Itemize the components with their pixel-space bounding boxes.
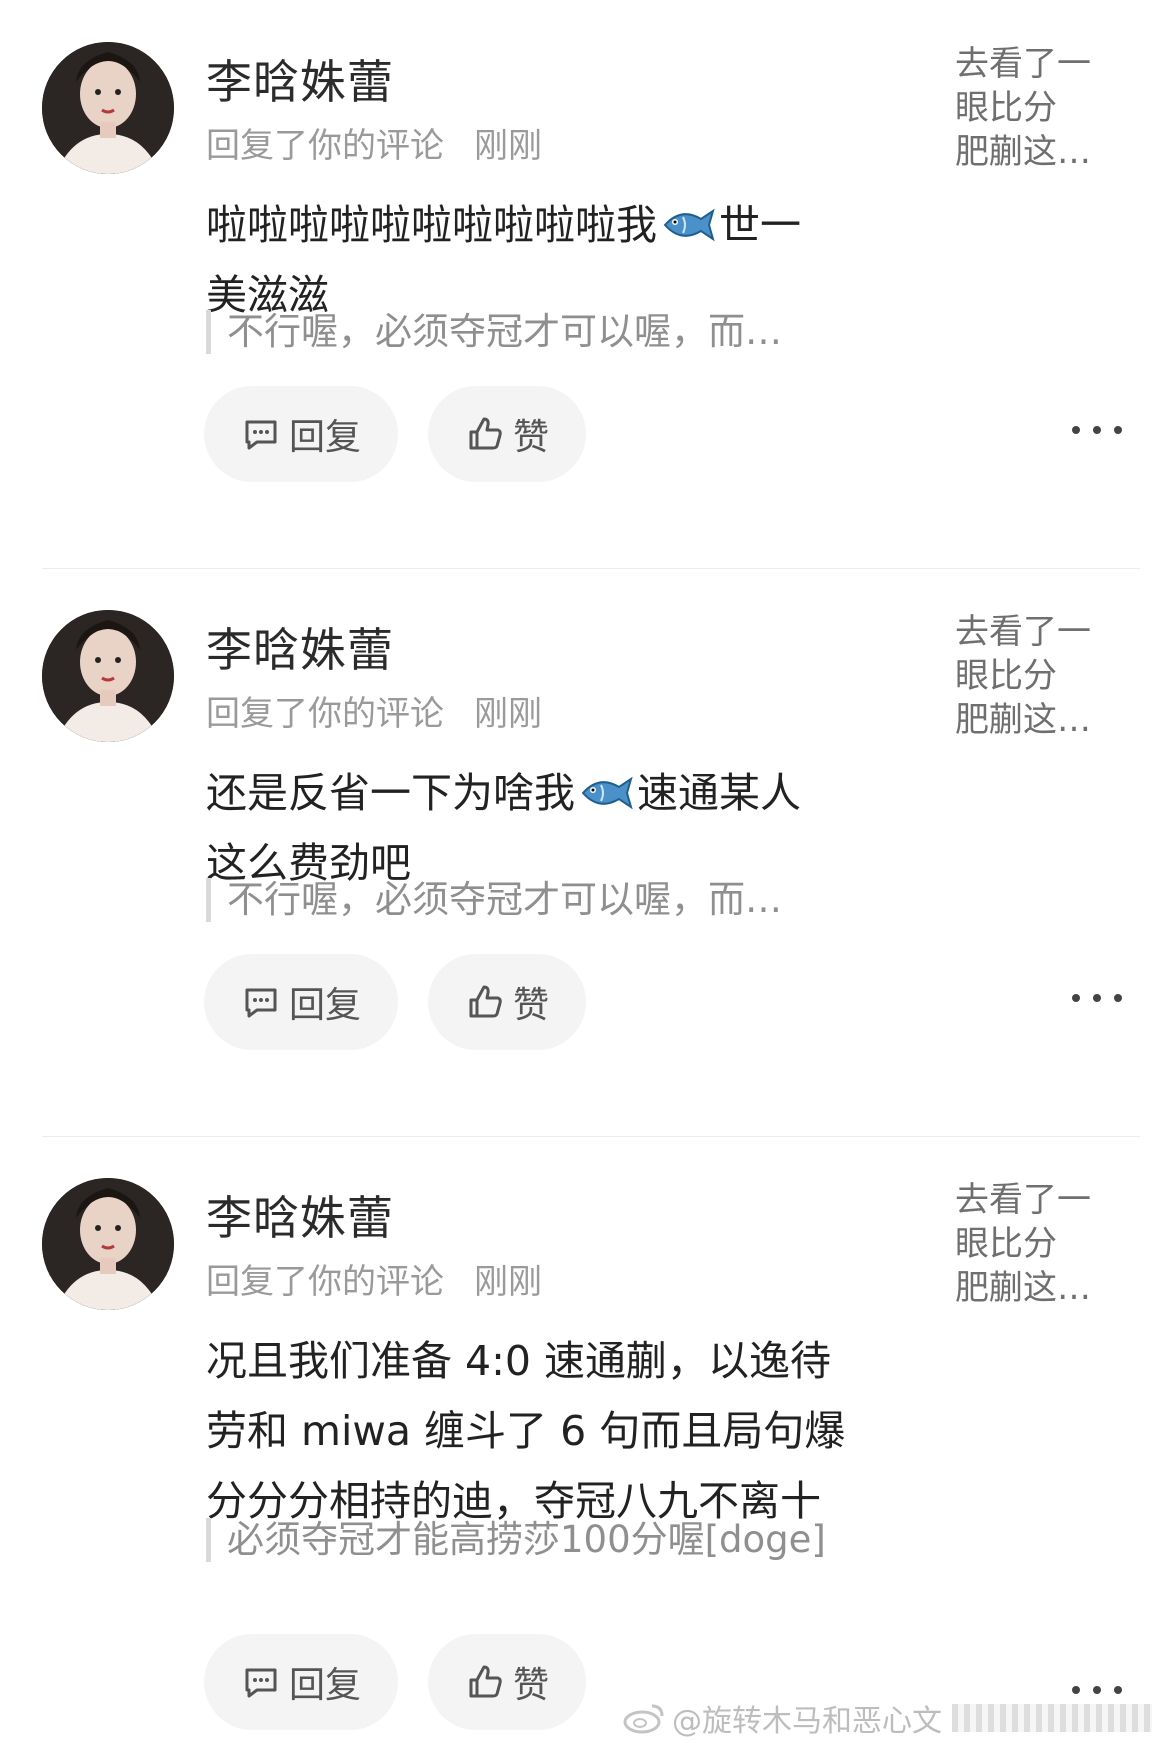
body-text: 还是反省一下为啥我 bbox=[206, 769, 575, 817]
reply-label: 回复 bbox=[288, 985, 361, 1026]
action-text: 回复了你的评论 bbox=[206, 1262, 444, 1302]
body-line: 况且我们准备 4:0 速通蒯，以逸待 bbox=[206, 1337, 832, 1385]
comment-body: 还是反省一下为啥我 速通某人 这么费劲吧 bbox=[206, 758, 906, 898]
preview-line: 眼比分 bbox=[955, 656, 1057, 696]
body-text: 啦啦啦啦啦啦啦啦啦啦我 bbox=[206, 201, 657, 249]
comment-bubble-icon bbox=[245, 988, 277, 1018]
weibo-logo-icon bbox=[623, 1704, 664, 1734]
avatar[interactable] bbox=[42, 610, 174, 742]
like-button[interactable]: 赞 bbox=[428, 386, 586, 482]
comment-body: 况且我们准备 4:0 速通蒯，以逸待 劳和 miwa 缠斗了 6 句而且局句爆 … bbox=[206, 1326, 906, 1536]
divider bbox=[42, 568, 1140, 569]
preview-line: 肥蒯这… bbox=[955, 1268, 1091, 1308]
body-line: 还是反省一下为啥我 速通某人 bbox=[206, 758, 906, 828]
timestamp: 刚刚 bbox=[474, 1262, 542, 1302]
timestamp: 刚刚 bbox=[474, 694, 542, 734]
action-text: 回复了你的评论 bbox=[206, 126, 444, 166]
thumbs-up-icon bbox=[469, 417, 502, 450]
preview-line: 去看了一 bbox=[955, 44, 1091, 84]
watermark: @旋转木马和恶心文 bbox=[622, 1696, 1152, 1740]
preview-line: 去看了一 bbox=[955, 1180, 1091, 1220]
comment-body: 啦啦啦啦啦啦啦啦啦啦我 世一 美滋滋 bbox=[206, 190, 906, 330]
fish-emoji bbox=[581, 776, 633, 810]
quoted-reply[interactable]: 必须夺冠才能高捞莎100分喔[doge] bbox=[206, 1518, 826, 1562]
original-post-preview[interactable]: 去看了一 眼比分 肥蒯这… bbox=[955, 42, 1125, 174]
timestamp: 刚刚 bbox=[474, 126, 542, 166]
more-dots-icon[interactable] bbox=[1072, 420, 1122, 440]
body-text: 速通某人 bbox=[637, 769, 801, 817]
original-post-preview[interactable]: 去看了一 眼比分 肥蒯这… bbox=[955, 1178, 1125, 1310]
body-line: 劳和 miwa 缠斗了 6 句而且局句爆 bbox=[206, 1407, 846, 1455]
reply-button[interactable]: 回复 bbox=[204, 954, 398, 1050]
preview-line: 眼比分 bbox=[955, 1224, 1057, 1264]
like-button[interactable]: 赞 bbox=[428, 1634, 586, 1730]
reply-label: 回复 bbox=[288, 1665, 361, 1706]
like-label: 赞 bbox=[512, 985, 549, 1026]
quoted-reply[interactable]: 不行喔，必须夺冠才可以喔，而… bbox=[206, 878, 782, 922]
preview-line: 眼比分 bbox=[955, 88, 1057, 128]
comment-meta: 回复了你的评论 刚刚 bbox=[206, 118, 542, 167]
quoted-reply[interactable]: 不行喔，必须夺冠才可以喔，而… bbox=[206, 310, 782, 354]
preview-line: 肥蒯这… bbox=[955, 132, 1091, 172]
preview-line: 肥蒯这… bbox=[955, 700, 1091, 740]
fish-emoji bbox=[663, 208, 715, 242]
reply-button[interactable]: 回复 bbox=[204, 386, 398, 482]
reply-label: 回复 bbox=[288, 417, 361, 458]
like-label: 赞 bbox=[512, 1665, 549, 1706]
more-dots-icon[interactable] bbox=[1072, 988, 1122, 1008]
comment-meta: 回复了你的评论 刚刚 bbox=[206, 686, 542, 735]
username[interactable]: 李晗姝蕾 bbox=[206, 614, 394, 680]
avatar[interactable] bbox=[42, 42, 174, 174]
preview-line: 去看了一 bbox=[955, 612, 1091, 652]
reply-button[interactable]: 回复 bbox=[204, 1634, 398, 1730]
like-label: 赞 bbox=[512, 417, 549, 458]
comment-bubble-icon bbox=[245, 420, 277, 450]
divider bbox=[42, 1136, 1140, 1137]
username[interactable]: 李晗姝蕾 bbox=[206, 46, 394, 112]
body-text: 世一 bbox=[719, 201, 801, 249]
body-line: 啦啦啦啦啦啦啦啦啦啦我 世一 bbox=[206, 190, 906, 260]
watermark-barcode bbox=[952, 1704, 1152, 1732]
like-button[interactable]: 赞 bbox=[428, 954, 586, 1050]
comment-bubble-icon bbox=[245, 1668, 277, 1698]
thumbs-up-icon bbox=[469, 1665, 502, 1698]
avatar[interactable] bbox=[42, 1178, 174, 1310]
action-text: 回复了你的评论 bbox=[206, 694, 444, 734]
thumbs-up-icon bbox=[469, 985, 502, 1018]
original-post-preview[interactable]: 去看了一 眼比分 肥蒯这… bbox=[955, 610, 1125, 742]
username[interactable]: 李晗姝蕾 bbox=[206, 1182, 394, 1248]
watermark-text: @旋转木马和恶心文 bbox=[672, 1704, 942, 1739]
comment-meta: 回复了你的评论 刚刚 bbox=[206, 1254, 542, 1303]
